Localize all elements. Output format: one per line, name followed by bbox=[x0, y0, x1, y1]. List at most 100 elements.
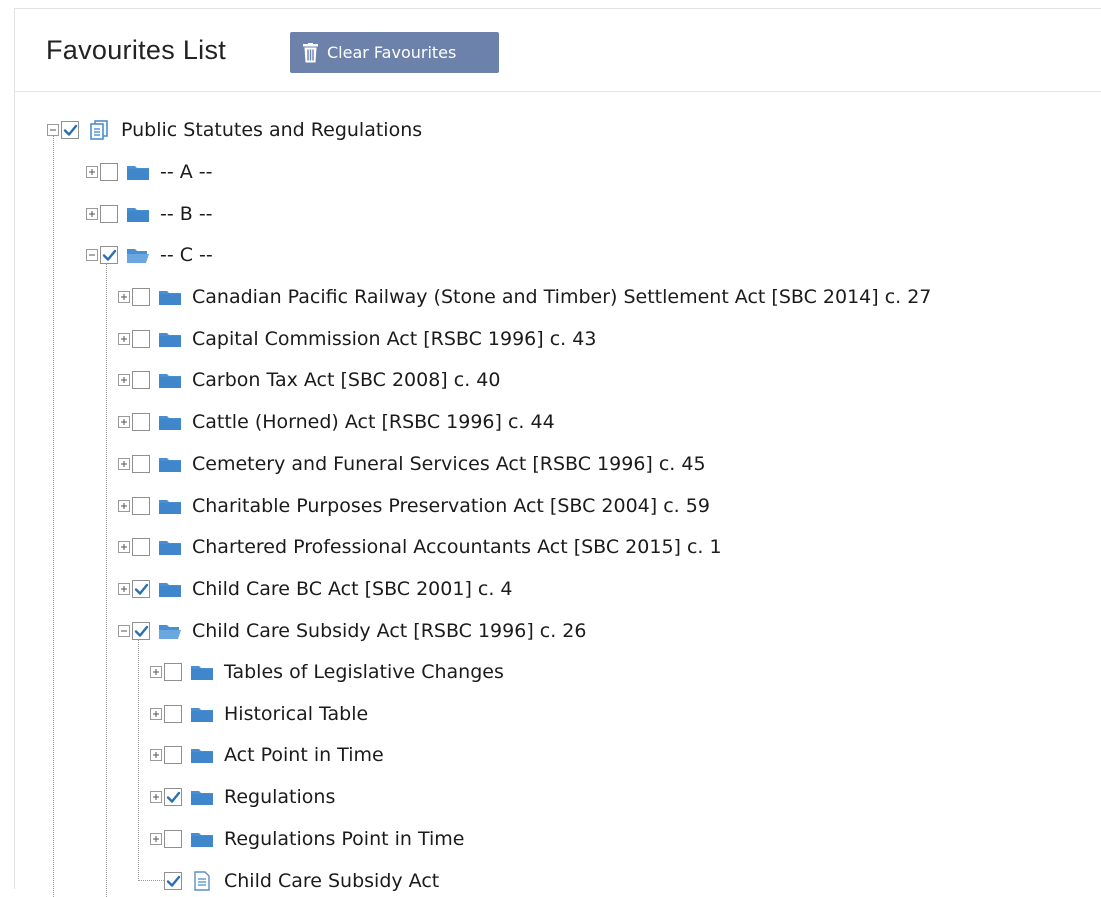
expand-toggle-icon[interactable] bbox=[118, 541, 130, 554]
tree-node-label[interactable]: Child Care Subsidy Act [RSBC 1996] c. 26 bbox=[192, 620, 586, 642]
tree-node-document[interactable]: Child Care Subsidy Act bbox=[150, 866, 439, 896]
checkbox-checked[interactable] bbox=[132, 621, 150, 640]
tree-connector-line bbox=[106, 255, 107, 897]
tree-node-child[interactable]: Regulations bbox=[150, 782, 335, 812]
checkbox[interactable] bbox=[164, 829, 182, 848]
folder-icon bbox=[191, 707, 213, 722]
folder-icon bbox=[159, 582, 181, 597]
stack-icon bbox=[90, 120, 108, 140]
tree-node-child[interactable]: Historical Table bbox=[150, 699, 368, 729]
tree-node-label[interactable]: -- A -- bbox=[160, 161, 213, 183]
expand-toggle-icon[interactable] bbox=[118, 582, 130, 595]
expand-toggle-icon[interactable] bbox=[118, 332, 130, 345]
tree-node-label[interactable]: Regulations Point in Time bbox=[224, 828, 464, 850]
expand-toggle-icon[interactable] bbox=[118, 457, 130, 470]
tree-node-label[interactable]: Carbon Tax Act [SBC 2008] c. 40 bbox=[192, 369, 500, 391]
checkbox[interactable] bbox=[132, 538, 150, 557]
tree-node-label[interactable]: Child Care Subsidy Act bbox=[224, 870, 439, 892]
checkbox[interactable] bbox=[100, 204, 118, 223]
expand-toggle-icon[interactable] bbox=[118, 416, 130, 429]
check-mark-icon bbox=[102, 249, 117, 261]
expand-toggle-icon[interactable] bbox=[150, 832, 162, 845]
folder-icon bbox=[191, 791, 213, 806]
tree-node-label[interactable]: -- C -- bbox=[160, 244, 213, 266]
checkbox[interactable] bbox=[100, 163, 118, 181]
checkbox[interactable] bbox=[164, 663, 182, 681]
tree-node-child[interactable]: Regulations Point in Time bbox=[150, 824, 464, 854]
expand-toggle-icon[interactable] bbox=[86, 166, 98, 178]
tree-node-label[interactable]: Historical Table bbox=[224, 703, 368, 725]
expand-toggle-icon[interactable] bbox=[118, 499, 130, 512]
expand-toggle-icon[interactable] bbox=[150, 791, 162, 804]
tree-node-label[interactable]: Public Statutes and Regulations bbox=[121, 119, 422, 141]
tree-node-act[interactable]: Chartered Professional Accountants Act [… bbox=[118, 532, 722, 562]
tree-node-act[interactable]: Child Care Subsidy Act [RSBC 1996] c. 26 bbox=[118, 616, 586, 646]
tree-node-act[interactable]: Cattle (Horned) Act [RSBC 1996] c. 44 bbox=[118, 407, 555, 437]
check-mark-icon bbox=[134, 583, 149, 595]
tree-node-label[interactable]: -- B -- bbox=[160, 203, 213, 225]
expand-toggle-icon[interactable] bbox=[150, 666, 162, 678]
tree-node-label[interactable]: Child Care BC Act [SBC 2001] c. 4 bbox=[192, 578, 513, 600]
expand-toggle-icon[interactable] bbox=[150, 707, 162, 720]
folder-open-icon bbox=[159, 624, 181, 639]
tree-node-label[interactable]: Act Point in Time bbox=[224, 744, 384, 766]
expand-toggle-icon[interactable] bbox=[86, 207, 98, 220]
favourites-tree: Public Statutes and Regulations -- A -- --… bbox=[15, 9, 1101, 897]
tree-node-group[interactable]: -- C -- bbox=[86, 240, 213, 270]
favourites-panel: Favourites List Clear Favourites Public … bbox=[14, 8, 1101, 897]
checkbox-checked[interactable] bbox=[164, 788, 182, 807]
tree-node-label[interactable]: Chartered Professional Accountants Act [… bbox=[192, 536, 722, 558]
expand-toggle-icon[interactable] bbox=[118, 374, 130, 387]
collapse-toggle-icon[interactable] bbox=[47, 124, 59, 136]
checkbox[interactable] bbox=[132, 496, 150, 515]
tree-node-child[interactable]: Act Point in Time bbox=[150, 740, 384, 770]
folder-open-icon bbox=[127, 249, 149, 263]
tree-node-act[interactable]: Carbon Tax Act [SBC 2008] c. 40 bbox=[118, 365, 500, 395]
checkbox[interactable] bbox=[132, 371, 150, 390]
tree-node-act[interactable]: Charitable Purposes Preservation Act [SB… bbox=[118, 491, 710, 521]
tree-node-act[interactable]: Capital Commission Act [RSBC 1996] c. 43 bbox=[118, 324, 596, 354]
folder-icon bbox=[159, 416, 181, 431]
check-mark-icon bbox=[63, 124, 78, 136]
checkbox[interactable] bbox=[164, 746, 182, 765]
tree-node-act[interactable]: Cemetery and Funeral Services Act [RSBC … bbox=[118, 449, 706, 479]
collapse-toggle-icon[interactable] bbox=[118, 624, 130, 637]
checkbox[interactable] bbox=[132, 329, 150, 348]
expand-toggle-icon[interactable] bbox=[150, 749, 162, 762]
folder-icon bbox=[159, 457, 181, 472]
checkbox-checked[interactable] bbox=[61, 121, 79, 139]
tree-node-act[interactable]: Child Care BC Act [SBC 2001] c. 4 bbox=[118, 574, 513, 604]
tree-node-label[interactable]: Tables of Legislative Changes bbox=[224, 661, 504, 683]
tree-node-group[interactable]: -- B -- bbox=[86, 199, 213, 229]
checkbox-checked[interactable] bbox=[132, 579, 150, 598]
check-mark-icon bbox=[134, 625, 149, 637]
expand-toggle-icon[interactable] bbox=[118, 291, 130, 303]
tree-node-label[interactable]: Regulations bbox=[224, 786, 335, 808]
collapse-toggle-icon[interactable] bbox=[86, 249, 98, 261]
checkbox-checked[interactable] bbox=[164, 871, 182, 890]
folder-icon bbox=[191, 666, 213, 680]
tree-node-label[interactable]: Cattle (Horned) Act [RSBC 1996] c. 44 bbox=[192, 411, 555, 433]
tree-node-child[interactable]: Tables of Legislative Changes bbox=[150, 657, 504, 687]
folder-icon bbox=[159, 541, 181, 556]
folder-icon bbox=[159, 332, 181, 347]
tree-node-group[interactable]: -- A -- bbox=[86, 157, 213, 187]
tree-node-label[interactable]: Capital Commission Act [RSBC 1996] c. 43 bbox=[192, 328, 596, 350]
checkbox-checked[interactable] bbox=[100, 246, 118, 264]
tree-node-label[interactable]: Canadian Pacific Railway (Stone and Timb… bbox=[192, 286, 931, 308]
folder-icon bbox=[159, 374, 181, 389]
tree-node-label[interactable]: Charitable Purposes Preservation Act [SB… bbox=[192, 495, 710, 517]
tree-node-label[interactable]: Cemetery and Funeral Services Act [RSBC … bbox=[192, 453, 706, 475]
tree-connector-line bbox=[138, 631, 139, 881]
checkbox[interactable] bbox=[132, 413, 150, 432]
checkbox[interactable] bbox=[132, 288, 150, 306]
checkbox[interactable] bbox=[164, 704, 182, 723]
folder-icon bbox=[127, 207, 149, 222]
tree-node-root[interactable]: Public Statutes and Regulations bbox=[47, 115, 422, 145]
tree-node-act[interactable]: Canadian Pacific Railway (Stone and Timb… bbox=[118, 282, 931, 312]
checkbox[interactable] bbox=[132, 454, 150, 473]
folder-icon bbox=[159, 499, 181, 514]
folder-icon bbox=[191, 749, 213, 764]
folder-icon bbox=[191, 832, 213, 847]
tree-connector-line bbox=[53, 130, 54, 897]
